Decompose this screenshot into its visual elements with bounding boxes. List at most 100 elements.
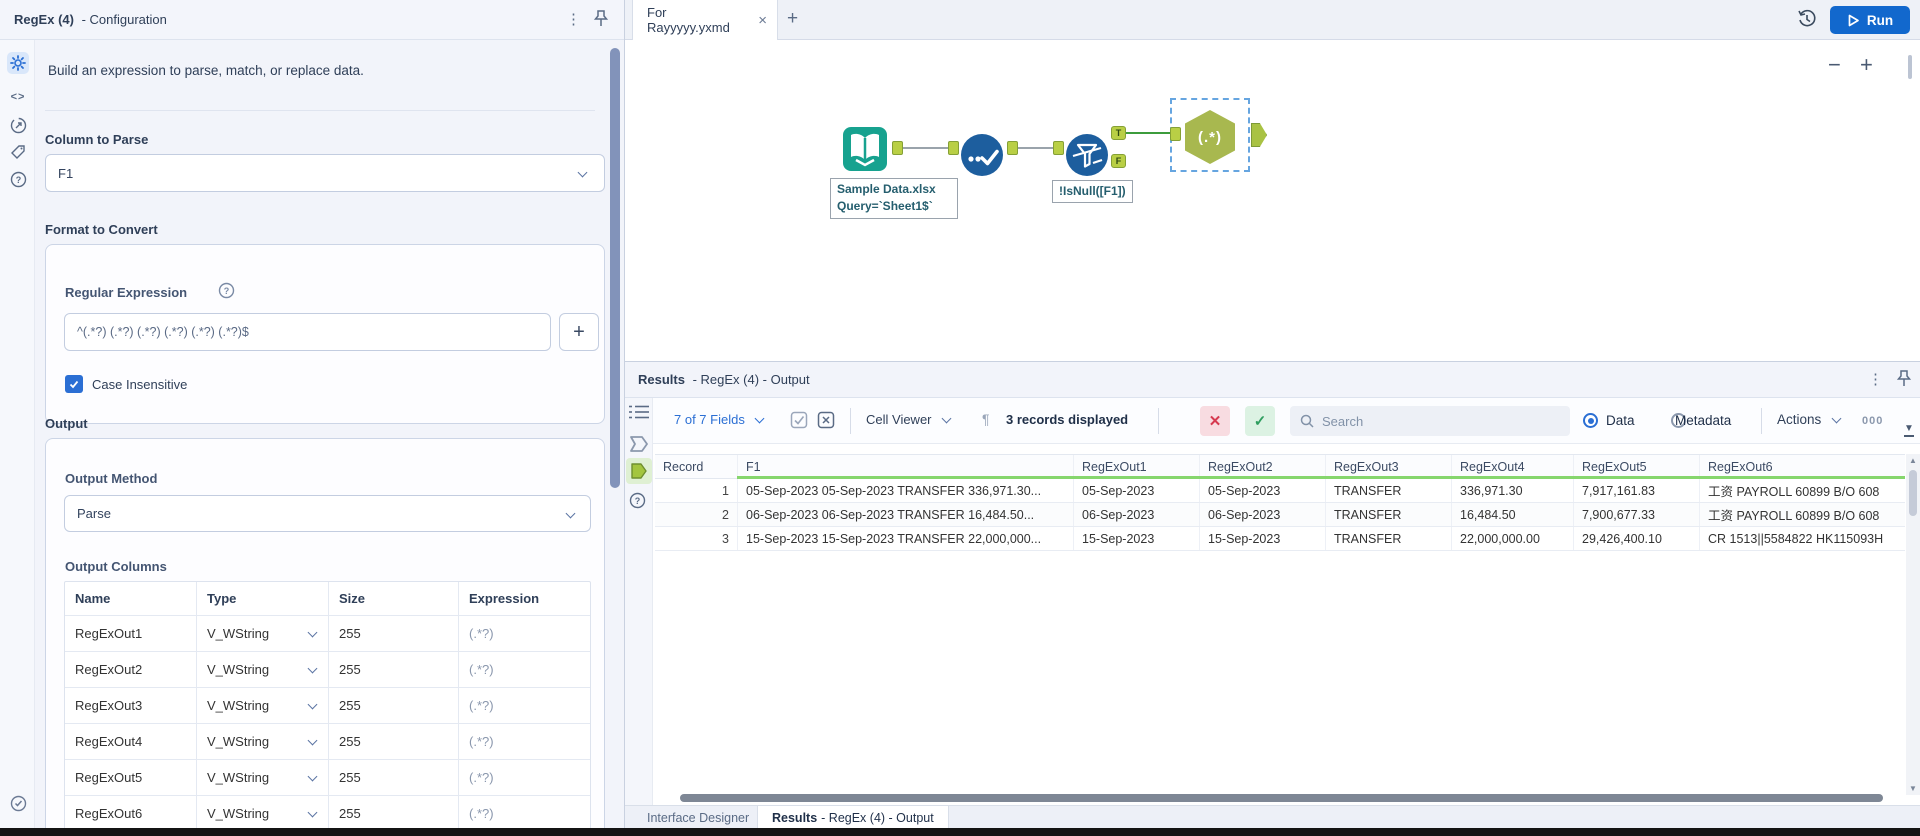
- type-dropdown[interactable]: V_WString: [196, 796, 328, 831]
- configuration-scrollbar[interactable]: [610, 48, 620, 488]
- scroll-down-arrow[interactable]: ▼: [1909, 784, 1917, 793]
- cleanse-output-anchor[interactable]: [1007, 141, 1018, 155]
- filter-input-anchor[interactable]: [1053, 141, 1064, 155]
- type-dropdown[interactable]: V_WString: [196, 760, 328, 795]
- grid-header-regexout6[interactable]: RegExOut6: [1699, 455, 1905, 478]
- filter-false-anchor[interactable]: F: [1111, 154, 1126, 168]
- regex-tool[interactable]: (.*): [1185, 110, 1235, 164]
- paragraph-marks-icon[interactable]: ¶: [982, 411, 990, 427]
- workflow-canvas[interactable]: − + T F (.*) Sample Data.xlsx Query=`She…: [625, 40, 1920, 362]
- search-input[interactable]: [1322, 413, 1542, 429]
- output-method-dropdown[interactable]: Parse: [64, 495, 591, 532]
- output-size[interactable]: 255: [328, 724, 458, 759]
- connection-filter-true-to-regex[interactable]: [1125, 132, 1173, 134]
- run-history-icon[interactable]: [1797, 9, 1817, 34]
- regular-expression-field[interactable]: [64, 313, 551, 351]
- data-radio-label[interactable]: Data: [1606, 413, 1635, 428]
- deselect-fields-icon[interactable]: [817, 411, 835, 434]
- output-size[interactable]: 255: [328, 652, 458, 687]
- table-row[interactable]: 1 05-Sep-2023 05-Sep-2023 TRANSFER 336,9…: [655, 479, 1905, 503]
- close-tab-icon[interactable]: ×: [758, 12, 767, 29]
- run-button-label: Run: [1866, 12, 1894, 28]
- document-tab[interactable]: For Rayyyyy.yxmd ×: [632, 0, 778, 40]
- fields-dropdown[interactable]: 7 of 7 Fields: [674, 412, 765, 427]
- input-data-output-anchor[interactable]: [892, 141, 903, 155]
- grid-header-regexout3[interactable]: RegExOut3: [1325, 455, 1451, 478]
- run-button[interactable]: Run: [1830, 6, 1910, 34]
- output-size[interactable]: 255: [328, 796, 458, 831]
- output-anchor-icon-selected[interactable]: [626, 458, 652, 484]
- code-view-icon[interactable]: <>: [7, 86, 29, 108]
- zoom-out-button[interactable]: −: [1828, 52, 1841, 78]
- search-box[interactable]: [1290, 406, 1570, 436]
- filter-tool[interactable]: [1065, 133, 1109, 177]
- cleanse-input-anchor[interactable]: [948, 141, 959, 155]
- type-dropdown[interactable]: V_WString: [196, 724, 328, 759]
- grid-header-f1[interactable]: F1: [737, 455, 1073, 478]
- grid-header-regexout5[interactable]: RegExOut5: [1573, 455, 1699, 478]
- type-dropdown[interactable]: V_WString: [196, 652, 328, 687]
- actions-dropdown[interactable]: Actions: [1777, 412, 1842, 427]
- output-size[interactable]: 255: [328, 688, 458, 723]
- bottom-tab-bar: Interface Designer Results - RegEx (4) -…: [625, 805, 1920, 829]
- output-size[interactable]: 255: [328, 760, 458, 795]
- cell-regexout4: 336,971.30: [1451, 479, 1573, 502]
- share-run-icon[interactable]: [7, 114, 29, 136]
- scroll-up-arrow[interactable]: ▲: [1909, 456, 1917, 465]
- input-anchor-icon[interactable]: [629, 435, 649, 458]
- input-data-annotation[interactable]: Sample Data.xlsx Query=`Sheet1$`: [830, 178, 958, 219]
- column-to-parse-dropdown[interactable]: F1: [45, 154, 605, 192]
- table-row[interactable]: 2 06-Sep-2023 06-Sep-2023 TRANSFER 16,48…: [655, 503, 1905, 527]
- filter-true-anchor[interactable]: T: [1111, 126, 1126, 140]
- table-row[interactable]: 3 15-Sep-2023 15-Sep-2023 TRANSFER 22,00…: [655, 527, 1905, 551]
- regex-tool-selection-box[interactable]: (.*): [1170, 98, 1250, 172]
- regex-help-icon[interactable]: ?: [218, 282, 235, 304]
- metadata-radio-label[interactable]: Metadata: [1675, 413, 1731, 428]
- grid-header-regexout2[interactable]: RegExOut2: [1199, 455, 1325, 478]
- settings-gear-icon[interactable]: [7, 52, 29, 74]
- validate-check-icon[interactable]: [7, 792, 29, 814]
- cell-regexout3: TRANSFER: [1325, 479, 1451, 502]
- canvas-scrollbar[interactable]: [1908, 55, 1912, 79]
- zoom-in-button[interactable]: +: [1860, 52, 1873, 78]
- tab-results-output[interactable]: Results - RegEx (4) - Output: [757, 806, 949, 829]
- type-dropdown[interactable]: V_WString: [196, 688, 328, 723]
- output-columns-table: Name Type Size Expression RegExOut1 V_WS…: [64, 581, 591, 832]
- output-size[interactable]: 255: [328, 616, 458, 651]
- output-name: RegExOut4: [75, 734, 143, 749]
- type-dropdown[interactable]: V_WString: [196, 616, 328, 651]
- connection-cleanse-to-filter[interactable]: [1018, 147, 1058, 149]
- results-help-icon[interactable]: ?: [629, 492, 646, 514]
- errors-filter-button[interactable]: ✕: [1200, 406, 1230, 436]
- input-data-tool[interactable]: [842, 126, 888, 172]
- results-vertical-scrollbar[interactable]: ▲ ▼: [1906, 454, 1920, 795]
- regex-input-anchor[interactable]: [1170, 127, 1181, 141]
- regex-output-anchor[interactable]: [1251, 123, 1267, 147]
- tab-interface-designer[interactable]: Interface Designer: [633, 806, 763, 829]
- scrollbar-thumb[interactable]: [1909, 470, 1917, 516]
- add-expression-button[interactable]: +: [559, 313, 599, 351]
- success-filter-button[interactable]: ✓: [1245, 406, 1275, 436]
- tag-icon[interactable]: [7, 141, 29, 163]
- results-pin-icon[interactable]: [1895, 369, 1913, 394]
- panel-pin-icon[interactable]: [592, 9, 610, 34]
- results-horizontal-scrollbar[interactable]: [680, 794, 1883, 802]
- filter-annotation[interactable]: !IsNull([F1]): [1052, 180, 1133, 204]
- grid-header-regexout4[interactable]: RegExOut4: [1451, 455, 1573, 478]
- regular-expression-input[interactable]: [77, 325, 538, 339]
- connection-input-to-cleanse[interactable]: [903, 147, 953, 149]
- grid-header-record[interactable]: Record: [655, 455, 737, 478]
- panel-kebab-menu-icon[interactable]: ⋮: [566, 10, 581, 28]
- results-kebab-menu-icon[interactable]: ⋮: [1868, 370, 1883, 388]
- chevron-down-icon: [577, 167, 588, 178]
- help-icon[interactable]: ?: [7, 168, 29, 190]
- select-all-fields-icon[interactable]: [790, 411, 808, 434]
- messages-list-icon[interactable]: [629, 404, 649, 425]
- cell-viewer-dropdown[interactable]: Cell Viewer: [866, 412, 952, 427]
- new-tab-button[interactable]: +: [787, 8, 798, 30]
- jump-to-end-icon[interactable]: ▼: [1904, 424, 1914, 437]
- grid-header-regexout1[interactable]: RegExOut1: [1073, 455, 1199, 478]
- case-insensitive-checkbox[interactable]: [65, 375, 83, 393]
- check-tool[interactable]: [960, 133, 1004, 177]
- data-radio[interactable]: [1583, 413, 1598, 428]
